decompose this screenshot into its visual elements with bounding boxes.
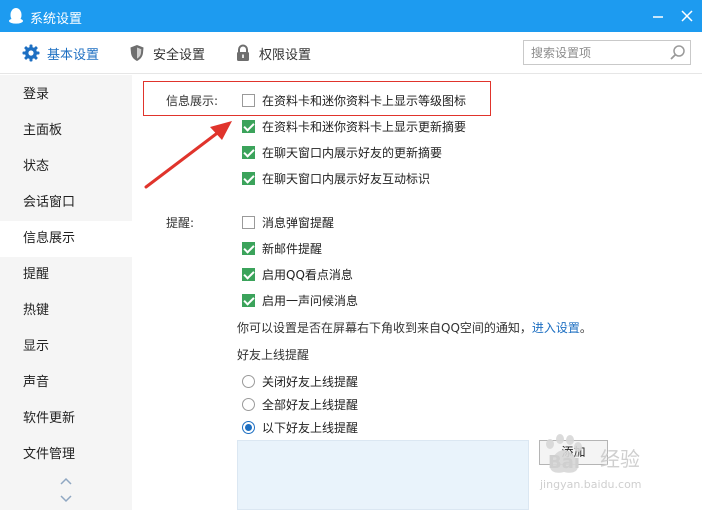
notice-end: 。 [579, 321, 592, 335]
minimize-icon[interactable] [648, 6, 668, 26]
reminder-label: 提醒: [166, 216, 195, 230]
radio[interactable] [242, 420, 255, 434]
option-show-update-summary[interactable]: 在资料卡和迷你资料卡上显示更新摘要 [242, 118, 466, 134]
option-message-popup[interactable]: 消息弹窗提醒 [242, 214, 334, 230]
option-chat-friend-summary[interactable]: 在聊天窗口内展示好友的更新摘要 [242, 144, 442, 160]
scroll-up-icon[interactable] [59, 476, 73, 486]
option-label: 新邮件提醒 [262, 241, 323, 256]
option-label: 消息弹窗提醒 [262, 215, 335, 230]
sidebar-item-software-update[interactable]: 软件更新 [0, 401, 132, 437]
tab-label: 安全设置 [153, 47, 206, 63]
search-icon[interactable] [669, 44, 686, 61]
qzone-notice-text: 你可以设置是否在屏幕右下角收到来自QQ空间的通知，进入设置。 [237, 319, 592, 336]
option-chat-interaction-mark[interactable]: 在聊天窗口内展示好友互动标识 [242, 170, 430, 186]
shield-icon [130, 45, 144, 61]
sidebar-item-hotkeys[interactable]: 热键 [0, 293, 132, 329]
qq-penguin-icon [9, 8, 23, 24]
tab-basic-settings[interactable]: 基本设置 [22, 32, 99, 74]
enter-settings-link[interactable]: 进入设置 [532, 321, 580, 335]
sidebar-item-info-display[interactable]: 信息展示 [0, 221, 132, 257]
search-box[interactable] [523, 40, 691, 65]
checkbox[interactable] [242, 119, 255, 133]
option-label: 以下好友上线提醒 [262, 420, 359, 435]
svg-text:jingyan.baidu.com: jingyan.baidu.com [539, 478, 642, 491]
option-label: 启用QQ看点消息 [262, 267, 353, 282]
sidebar-item-chat-window[interactable]: 会话窗口 [0, 185, 132, 221]
option-greeting-message[interactable]: 启用一声问候消息 [242, 292, 358, 308]
search-input[interactable] [524, 41, 664, 64]
option-qq-kandian[interactable]: 启用QQ看点消息 [242, 266, 353, 282]
friend-list-box[interactable] [237, 440, 529, 510]
notice-text: 你可以设置是否在屏幕右下角收到来自QQ空间的通知， [237, 321, 532, 335]
option-label: 在资料卡和迷你资料卡上显示更新摘要 [262, 119, 467, 134]
tab-label: 权限设置 [259, 47, 312, 63]
radio[interactable] [242, 374, 255, 388]
sidebar-item-sound[interactable]: 声音 [0, 365, 132, 401]
sidebar-item-login[interactable]: 登录 [0, 77, 132, 113]
sidebar-item-main-panel[interactable]: 主面板 [0, 113, 132, 149]
title-bar: 系统设置 [0, 0, 702, 32]
option-label: 在资料卡和迷你资料卡上显示等级图标 [262, 93, 467, 108]
checkbox[interactable] [242, 171, 255, 185]
friends-online-title: 好友上线提醒 [237, 348, 310, 362]
option-following-friends-online[interactable]: 以下好友上线提醒 [242, 419, 358, 435]
option-label: 关闭好友上线提醒 [262, 374, 359, 389]
window-title: 系统设置 [30, 12, 83, 27]
option-new-mail[interactable]: 新邮件提醒 [242, 240, 322, 256]
tab-permission-settings[interactable]: 权限设置 [234, 32, 311, 74]
option-disable-friend-online[interactable]: 关闭好友上线提醒 [242, 373, 358, 389]
option-label: 启用一声问候消息 [262, 293, 359, 308]
option-all-friends-online[interactable]: 全部好友上线提醒 [242, 396, 358, 412]
settings-sidebar: 登录 主面板 状态 会话窗口 信息展示 提醒 热键 显示 声音 软件更新 文件管… [0, 75, 132, 510]
baidu-jingyan-watermark: Bai 经验 jingyan.baidu.com [539, 434, 642, 491]
lock-icon [237, 44, 249, 61]
option-show-level-icon[interactable]: 在资料卡和迷你资料卡上显示等级图标 [242, 92, 466, 108]
annotation-arrow [144, 121, 232, 189]
checkbox[interactable] [242, 293, 255, 307]
checkbox[interactable] [242, 241, 255, 255]
option-label: 在聊天窗口内展示好友互动标识 [262, 171, 431, 186]
checkbox[interactable] [242, 93, 255, 107]
option-label: 在聊天窗口内展示好友的更新摘要 [262, 145, 443, 160]
checkbox[interactable] [242, 145, 255, 159]
settings-toolbar: 基本设置 安全设置 权限设置 [0, 32, 702, 74]
svg-text:Bai: Bai [548, 452, 580, 473]
tab-label: 基本设置 [47, 47, 100, 63]
close-icon[interactable] [677, 6, 697, 26]
sidebar-item-status[interactable]: 状态 [0, 149, 132, 185]
checkbox[interactable] [242, 267, 255, 281]
sidebar-item-display[interactable]: 显示 [0, 329, 132, 365]
gear-icon [22, 44, 40, 62]
radio[interactable] [242, 397, 255, 411]
checkbox[interactable] [242, 215, 255, 229]
sidebar-item-file-management[interactable]: 文件管理 [0, 437, 132, 473]
info-display-label: 信息展示: [166, 94, 219, 108]
sidebar-item-reminder[interactable]: 提醒 [0, 257, 132, 293]
tab-security-settings[interactable]: 安全设置 [128, 32, 205, 74]
svg-text:经验: 经验 [600, 447, 640, 471]
scroll-down-icon[interactable] [59, 494, 73, 504]
option-label: 全部好友上线提醒 [262, 397, 359, 412]
